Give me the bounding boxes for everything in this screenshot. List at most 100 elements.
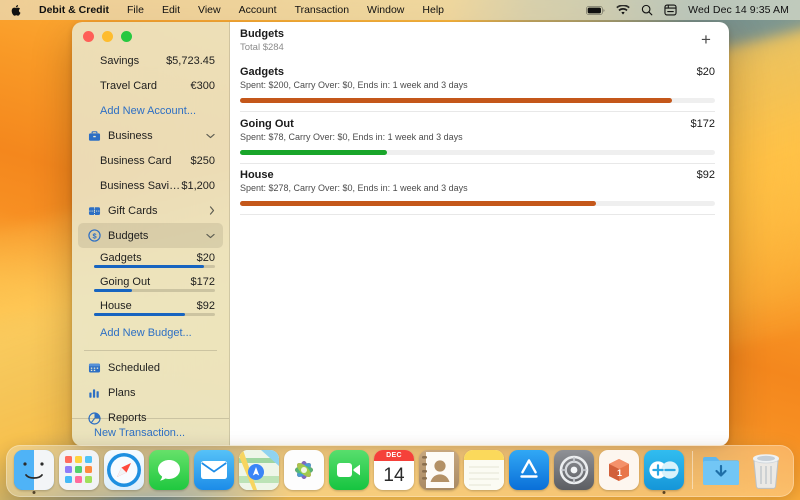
new-transaction-link[interactable]: New Transaction... bbox=[94, 427, 185, 439]
contacts-icon[interactable] bbox=[419, 450, 459, 490]
wifi-icon[interactable] bbox=[616, 4, 630, 16]
add-new-budget-link[interactable]: Add New Budget... bbox=[78, 320, 223, 345]
system-settings-icon[interactable] bbox=[554, 450, 594, 490]
page-subtitle-total: Total $284 bbox=[240, 42, 284, 53]
running-indicator bbox=[662, 491, 666, 494]
dock-item-maps[interactable] bbox=[239, 450, 279, 490]
menu-item-window[interactable]: Window bbox=[358, 2, 413, 18]
menu-item-help[interactable]: Help bbox=[413, 2, 453, 18]
budget-row-house[interactable]: House $92 Spent: $278, Carry Over: $0, E… bbox=[230, 163, 729, 215]
sidebar-item-label: Savings bbox=[100, 54, 140, 67]
menu-item-view[interactable]: View bbox=[189, 2, 230, 18]
sidebar-item-travel-card[interactable]: Travel Card €300 bbox=[78, 73, 223, 98]
content-header: Budgets Total $284 + bbox=[230, 22, 729, 60]
launchpad-icon[interactable] bbox=[59, 450, 99, 490]
notes-icon[interactable] bbox=[464, 450, 504, 490]
sidebar-item-amount: $5,723.45 bbox=[166, 54, 215, 67]
calendar-month: DEC bbox=[374, 450, 414, 461]
add-new-account-link[interactable]: Add New Account... bbox=[78, 98, 223, 123]
facetime-icon[interactable] bbox=[329, 450, 369, 490]
budget-row-gadgets[interactable]: Gadgets $20 Spent: $200, Carry Over: $0,… bbox=[230, 60, 729, 112]
dock-item-launchpad[interactable] bbox=[59, 450, 99, 490]
dock-item-calendar[interactable]: DEC 14 bbox=[374, 450, 414, 490]
dock-item-messages[interactable] bbox=[149, 450, 189, 490]
dock-item-debit-and-credit[interactable] bbox=[644, 450, 684, 494]
dock-item-app-store[interactable] bbox=[509, 450, 549, 490]
sidebar-item-label: Business Savings bbox=[100, 179, 182, 192]
minimize-button[interactable] bbox=[102, 31, 113, 42]
sidebar: Savings $5,723.45 Travel Card €300 Add N… bbox=[72, 22, 230, 446]
zoom-button[interactable] bbox=[121, 31, 132, 42]
calendar-day: 14 bbox=[383, 465, 405, 486]
battery-icon[interactable] bbox=[586, 5, 605, 16]
menu-bar: Debit & Credit File Edit View Account Tr… bbox=[0, 0, 800, 20]
apple-logo-icon[interactable] bbox=[7, 2, 30, 18]
sidebar-item-scheduled[interactable]: Scheduled bbox=[78, 356, 223, 381]
sidebar-group-business[interactable]: Business bbox=[78, 123, 223, 148]
dock-item-contacts[interactable] bbox=[419, 450, 459, 490]
app-store-icon[interactable] bbox=[509, 450, 549, 490]
sidebar-item-label: House bbox=[100, 300, 132, 312]
sidebar-item-plans[interactable]: Plans bbox=[78, 381, 223, 406]
menu-app-name[interactable]: Debit & Credit bbox=[30, 2, 118, 18]
dock-item-package[interactable]: 1 bbox=[599, 450, 639, 490]
control-center-icon[interactable] bbox=[664, 4, 677, 16]
finder-icon[interactable] bbox=[14, 450, 54, 490]
chevron-right-icon[interactable] bbox=[209, 206, 215, 215]
desktop: Debit & Credit File Edit View Account Tr… bbox=[0, 0, 800, 500]
chevron-down-icon[interactable] bbox=[206, 133, 215, 139]
budget-name: Gadgets bbox=[240, 66, 285, 78]
dock-item-downloads[interactable] bbox=[701, 450, 741, 490]
sidebar-item-business-card[interactable]: Business Card $250 bbox=[78, 148, 223, 173]
budget-row-going-out[interactable]: Going Out $172 Spent: $78, Carry Over: $… bbox=[230, 112, 729, 163]
downloads-folder-icon[interactable] bbox=[701, 450, 741, 490]
sidebar-item-amount: $172 bbox=[190, 276, 215, 288]
dock-item-trash[interactable] bbox=[746, 450, 786, 490]
sidebar-item-budget-going-out[interactable]: Going Out $172 bbox=[78, 272, 223, 292]
dock-item-system-settings[interactable] bbox=[554, 450, 594, 490]
sidebar-item-label: Budgets bbox=[108, 229, 149, 242]
menu-item-account[interactable]: Account bbox=[230, 2, 286, 18]
briefcase-icon bbox=[86, 130, 102, 142]
sidebar-item-business-savings[interactable]: Business Savings $1,200 bbox=[78, 173, 223, 198]
sidebar-group-budgets[interactable]: $ Budgets bbox=[78, 223, 223, 248]
sidebar-item-budget-gadgets[interactable]: Gadgets $20 bbox=[78, 248, 223, 268]
menu-item-edit[interactable]: Edit bbox=[153, 2, 189, 18]
budget-progress-fill bbox=[240, 98, 673, 103]
dock-item-finder[interactable] bbox=[14, 450, 54, 494]
photos-icon[interactable] bbox=[284, 450, 324, 490]
add-budget-button[interactable]: + bbox=[697, 30, 715, 48]
sidebar-scroll-area[interactable]: Savings $5,723.45 Travel Card €300 Add N… bbox=[72, 48, 229, 446]
budget-progress-track bbox=[240, 149, 715, 155]
menu-item-transaction[interactable]: Transaction bbox=[286, 2, 358, 18]
dock-item-notes[interactable] bbox=[464, 450, 504, 490]
calendar-icon[interactable]: DEC 14 bbox=[374, 450, 414, 490]
mail-icon[interactable] bbox=[194, 450, 234, 490]
dock-item-photos[interactable] bbox=[284, 450, 324, 490]
dock-item-mail[interactable] bbox=[194, 450, 234, 490]
dock-item-facetime[interactable] bbox=[329, 450, 369, 490]
sidebar-item-label: Scheduled bbox=[108, 362, 160, 374]
maps-icon[interactable] bbox=[239, 450, 279, 490]
budget-meta: Spent: $78, Carry Over: $0, Ends in: 1 w… bbox=[240, 131, 463, 142]
safari-icon[interactable] bbox=[104, 450, 144, 490]
close-button[interactable] bbox=[83, 31, 94, 42]
search-icon[interactable] bbox=[641, 4, 653, 16]
menu-bar-status: Wed Dec 14 9:35 AM bbox=[586, 4, 792, 16]
messages-icon[interactable] bbox=[149, 450, 189, 490]
menu-item-file[interactable]: File bbox=[118, 2, 153, 18]
chevron-down-icon[interactable] bbox=[206, 233, 215, 239]
calendar-icon bbox=[86, 362, 102, 374]
dollar-circle-icon: $ bbox=[86, 229, 102, 242]
sidebar-item-budget-house[interactable]: House $92 bbox=[78, 296, 223, 316]
sidebar-group-gift-cards[interactable]: Gift Cards bbox=[78, 198, 223, 223]
content-header-text: Budgets Total $284 bbox=[240, 28, 284, 54]
menu-bar-clock[interactable]: Wed Dec 14 9:35 AM bbox=[688, 4, 789, 16]
window-traffic-lights bbox=[83, 31, 132, 42]
dock-item-safari[interactable] bbox=[104, 450, 144, 490]
trash-icon[interactable] bbox=[746, 450, 786, 490]
sidebar-item-savings[interactable]: Savings $5,723.45 bbox=[78, 48, 223, 73]
debit-and-credit-icon[interactable] bbox=[644, 450, 684, 490]
budget-name: House bbox=[240, 169, 274, 181]
package-icon[interactable]: 1 bbox=[599, 450, 639, 490]
